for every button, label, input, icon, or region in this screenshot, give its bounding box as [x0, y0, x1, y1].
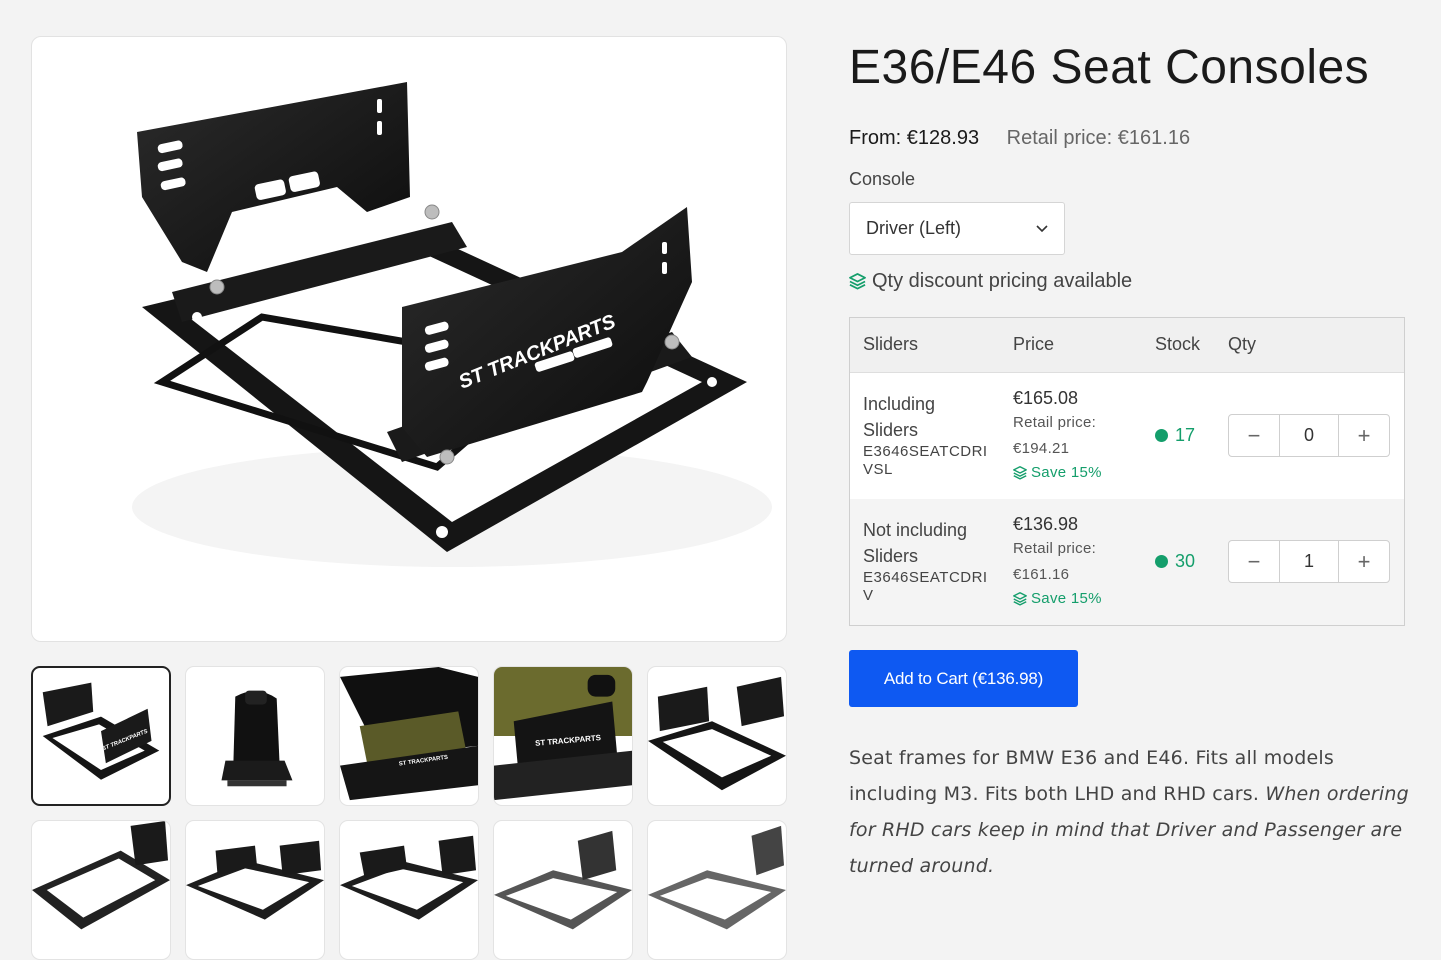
thumbnail-9[interactable]	[493, 820, 633, 960]
variant-save-text: Save 15%	[1031, 590, 1102, 607]
thumb-racing-seat-image	[221, 690, 293, 787]
plus-icon[interactable]: +	[1339, 541, 1389, 582]
layers-icon	[1013, 466, 1027, 480]
variant-price-cell: €165.08 Retail price: €194.21 Save 15%	[1013, 386, 1143, 484]
minus-icon[interactable]: −	[1229, 541, 1279, 582]
thumb-console-pair-image	[186, 840, 324, 920]
qty-discount-text: Qty discount pricing available	[872, 270, 1133, 292]
variant-save: Save 15%	[1013, 462, 1143, 484]
header-price: Price	[1013, 334, 1055, 354]
variant-price-cell: €136.98 Retail price: €161.16 Save 15%	[1013, 512, 1143, 610]
thumbnail-10[interactable]	[647, 820, 787, 960]
thumb-console-slider-image	[340, 835, 478, 920]
product-description: Seat frames for BMW E36 and E46. Fits al…	[849, 740, 1409, 884]
main-product-image[interactable]: ST TRACKPARTS	[31, 36, 787, 642]
quantity-stepper[interactable]: − 0 +	[1228, 414, 1390, 457]
variant-name: Including Sliders	[863, 394, 936, 440]
product-title: E36/E46 Seat Consoles	[849, 41, 1370, 94]
header-qty: Qty	[1228, 334, 1257, 354]
thumbnail-7[interactable]	[185, 820, 325, 960]
thumb-seat-console-angle-image	[648, 676, 786, 791]
thumb-console-side-image	[494, 830, 632, 930]
thumb-console-front-image	[648, 825, 786, 930]
variant-stock-count: 30	[1175, 551, 1196, 571]
console-label: Console	[849, 169, 916, 189]
header-sliders: Sliders	[863, 334, 919, 354]
variant-name-cell: Including Sliders E3646SEATCDRIVSL	[863, 391, 993, 479]
quantity-value[interactable]: 0	[1279, 415, 1339, 456]
thumb-seat-closeup-image: ST TRACKPARTS	[340, 667, 478, 801]
variant-stock: 17	[1155, 425, 1195, 446]
layers-icon	[849, 273, 866, 290]
qty-discount-notice: Qty discount pricing available	[849, 270, 1132, 293]
thumbnail-1[interactable]: ST TRACKPARTS	[31, 666, 171, 806]
variant-retail-label: Retail price:	[1013, 414, 1097, 431]
stock-dot-icon	[1155, 555, 1168, 568]
seat-console-image: ST TRACKPARTS	[132, 82, 772, 567]
variant-sku: E3646SEATCDRIVSL	[863, 443, 988, 478]
thumbnail-3[interactable]: ST TRACKPARTS	[339, 666, 479, 806]
add-to-cart-button[interactable]: Add to Cart (€136.98)	[849, 650, 1078, 707]
variant-name: Not including Sliders	[863, 520, 968, 566]
console-selected-value: Driver (Left)	[866, 218, 962, 238]
price-line: From: €128.93 Retail price: €161.16	[849, 127, 1190, 150]
thumbnail-2[interactable]	[185, 666, 325, 806]
header-stock: Stock	[1155, 334, 1201, 354]
thumbnail-4[interactable]: ST TRACKPARTS	[493, 666, 633, 806]
variant-save-text: Save 15%	[1031, 464, 1102, 481]
plus-icon[interactable]: +	[1339, 415, 1389, 456]
from-price: From: €128.93	[849, 127, 980, 149]
variant-save: Save 15%	[1013, 588, 1143, 610]
variant-price: €165.08	[1013, 388, 1079, 408]
variant-name-cell: Not including Sliders E3646SEATCDRIV	[863, 517, 993, 605]
quantity-stepper[interactable]: − 1 +	[1228, 540, 1390, 583]
thumb-seat-bracket-detail-image: ST TRACKPARTS	[494, 667, 632, 801]
retail-price: Retail price: €161.16	[1006, 127, 1191, 149]
variant-stock: 30	[1155, 551, 1195, 572]
console-select[interactable]: Driver (Left)	[849, 202, 1065, 255]
table-row: Including Sliders E3646SEATCDRIVSL €165.…	[850, 373, 1404, 499]
thumbnail-8[interactable]	[339, 820, 479, 960]
variant-retail-value: €161.16	[1013, 566, 1070, 583]
variant-table: Sliders Price Stock Qty Including Slider…	[849, 317, 1405, 626]
variant-retail-value: €194.21	[1013, 440, 1070, 457]
thumbnail-5[interactable]	[647, 666, 787, 806]
variant-price: €136.98	[1013, 514, 1079, 534]
variant-stock-count: 17	[1175, 425, 1196, 445]
chevron-down-icon	[1036, 224, 1048, 232]
thumb-console-top-image	[32, 821, 170, 930]
thumbnail-6[interactable]	[31, 820, 171, 960]
description-text: Seat frames for BMW E36 and E46. Fits al…	[849, 747, 1334, 805]
minus-icon[interactable]: −	[1229, 415, 1279, 456]
variant-sku: E3646SEATCDRIV	[863, 569, 988, 604]
quantity-value[interactable]: 1	[1279, 541, 1339, 582]
table-row: Not including Sliders E3646SEATCDRIV €13…	[850, 499, 1404, 625]
thumb-seat-console-image: ST TRACKPARTS	[42, 682, 160, 780]
variant-retail-label: Retail price:	[1013, 540, 1097, 557]
table-header: Sliders Price Stock Qty	[850, 318, 1404, 373]
layers-icon	[1013, 592, 1027, 606]
stock-dot-icon	[1155, 429, 1168, 442]
